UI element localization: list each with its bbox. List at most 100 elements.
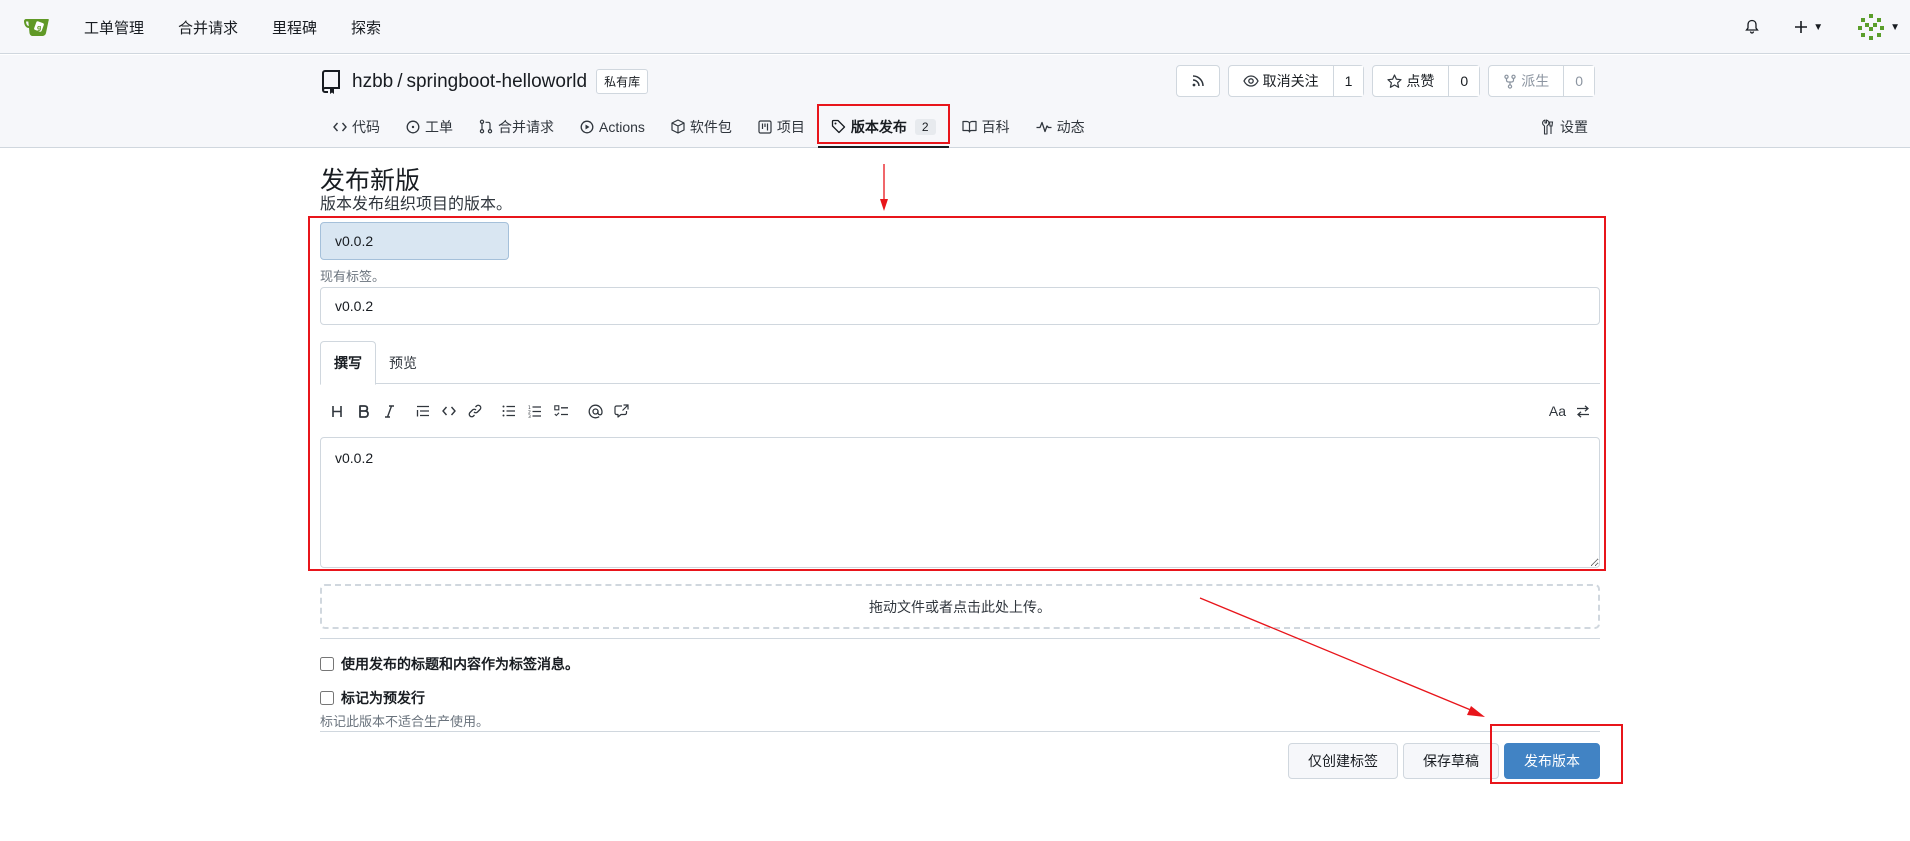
svg-text:3: 3	[528, 414, 531, 418]
unordered-list-button[interactable]	[496, 399, 522, 423]
star-button[interactable]: 点赞	[1373, 66, 1450, 96]
save-draft-button[interactable]: 保存草稿	[1403, 743, 1499, 779]
prerelease-checkbox[interactable]	[320, 691, 334, 705]
tag-icon	[831, 119, 846, 134]
mention-icon	[588, 404, 603, 418]
nav-explore[interactable]: 探索	[351, 17, 381, 38]
repo-actions: 取消关注 1 点赞 0 派生 0	[1168, 65, 1595, 97]
play-circle-icon	[580, 120, 594, 133]
star-icon	[1387, 73, 1403, 88]
watch-count[interactable]: 1	[1333, 66, 1364, 96]
fork-count[interactable]: 0	[1564, 66, 1594, 96]
star-label: 点赞	[1406, 73, 1435, 89]
link-button[interactable]	[462, 399, 488, 423]
unwatch-button[interactable]: 取消关注	[1229, 66, 1334, 96]
link-icon	[468, 404, 482, 418]
publish-release-button[interactable]: 发布版本	[1504, 743, 1600, 779]
italic-icon	[384, 404, 394, 418]
bell-icon	[1745, 19, 1759, 34]
tab-pulls[interactable]: 合并请求	[466, 105, 567, 148]
releases-count-badge: 2	[914, 118, 936, 135]
tab-releases[interactable]: 版本发布 2	[817, 105, 949, 148]
tag-message-checkbox[interactable]	[320, 657, 334, 671]
arrow-switch-icon	[1577, 404, 1589, 418]
tab-write[interactable]: 撰写	[320, 341, 376, 385]
tab-settings[interactable]: 设置	[1541, 105, 1588, 148]
tab-code[interactable]: 代码	[320, 105, 393, 148]
italic-button[interactable]	[376, 399, 402, 423]
issue-icon	[406, 120, 420, 133]
svg-text:g: g	[37, 25, 41, 32]
watch-button-group: 取消关注 1	[1227, 65, 1365, 97]
repo-name-link[interactable]: springboot-helloworld	[406, 71, 587, 93]
heading-icon	[332, 405, 342, 417]
prerelease-checkbox-row[interactable]: 标记为预发行	[320, 688, 425, 708]
tab-actions[interactable]: Actions	[567, 105, 658, 148]
release-title-input[interactable]	[320, 287, 1600, 325]
project-board-icon	[758, 119, 772, 134]
font-toggle-button[interactable]: Aa	[1545, 399, 1570, 423]
task-list-button[interactable]	[548, 399, 574, 423]
nav-issues[interactable]: 工单管理	[84, 17, 144, 38]
repo-icon	[321, 69, 340, 94]
release-notes-textarea[interactable]: v0.0.2	[320, 437, 1600, 568]
tag-name-input[interactable]	[320, 222, 509, 260]
star-count[interactable]: 0	[1449, 66, 1480, 96]
fork-icon	[1504, 74, 1516, 89]
plus-icon	[1795, 21, 1808, 33]
attachment-dropzone[interactable]: 拖动文件或者点击此处上传。	[320, 584, 1600, 629]
user-menu-button[interactable]: ▼	[1857, 13, 1900, 41]
tab-wiki-label: 百科	[981, 118, 1010, 135]
repo-tabs: 代码 工单 合并请求 Actions 软件包 项目 版本发布 2 百科 动态	[320, 105, 1098, 148]
fork-button-group: 派生 0	[1488, 65, 1595, 97]
create-tag-only-button[interactable]: 仅创建标签	[1288, 743, 1398, 779]
rss-button-inner	[1177, 66, 1219, 96]
divider	[320, 731, 1600, 732]
tab-packages[interactable]: 软件包	[658, 105, 745, 148]
repo-owner-link[interactable]: hzbb	[352, 71, 393, 93]
ordered-list-button[interactable]: 123	[522, 399, 548, 423]
cross-reference-button[interactable]	[608, 399, 634, 423]
tab-packages-label: 软件包	[689, 118, 732, 135]
tab-releases-label: 版本发布	[850, 118, 907, 135]
avatar	[1858, 14, 1885, 40]
repo-header: hzbb / springboot-helloworld 私有库 取消关注 1 …	[0, 55, 1910, 148]
gitea-logo-icon[interactable]: g	[22, 12, 52, 42]
tab-activity[interactable]: 动态	[1023, 105, 1098, 148]
heading-button[interactable]	[324, 399, 350, 423]
unwatch-label: 取消关注	[1262, 73, 1319, 89]
mention-button[interactable]	[582, 399, 608, 423]
quote-icon	[416, 405, 429, 417]
quote-button[interactable]	[410, 399, 436, 423]
list-ordered-icon: 123	[528, 405, 541, 418]
notification-button[interactable]	[1744, 19, 1760, 35]
tag-message-checkbox-row[interactable]: 使用发布的标题和内容作为标签消息。	[320, 654, 579, 674]
create-new-button[interactable]: ▼	[1794, 20, 1823, 34]
tab-issues[interactable]: 工单	[393, 105, 466, 148]
code-button[interactable]	[436, 399, 462, 423]
editor-tabs: 撰写 预览	[320, 341, 1600, 385]
eye-icon	[1242, 75, 1259, 87]
pull-request-icon	[479, 119, 493, 134]
annotation-arrow-down	[880, 164, 888, 211]
pulse-icon	[1036, 121, 1052, 132]
nav-milestones[interactable]: 里程碑	[272, 17, 317, 38]
tab-projects[interactable]: 项目	[745, 105, 818, 148]
tab-settings-label: 设置	[1560, 118, 1588, 135]
tab-projects-label: 项目	[776, 118, 805, 135]
toolbar-right: Aa	[1545, 399, 1596, 423]
star-button-group: 点赞 0	[1372, 65, 1481, 97]
list-unordered-icon	[502, 405, 515, 417]
tab-preview[interactable]: 预览	[376, 341, 430, 384]
chevron-down-icon: ▼	[1813, 21, 1824, 33]
switch-editor-button[interactable]	[1570, 399, 1596, 423]
page-description: 版本发布组织项目的版本。	[320, 196, 513, 213]
top-navbar: g 工单管理 合并请求 里程碑 探索 ▼ ▼	[0, 0, 1910, 54]
fork-button[interactable]: 派生	[1489, 66, 1565, 96]
nav-pulls[interactable]: 合并请求	[178, 17, 238, 38]
tab-wiki[interactable]: 百科	[949, 105, 1023, 148]
tab-issues-label: 工单	[425, 118, 453, 135]
code-icon	[333, 122, 347, 131]
bold-button[interactable]	[350, 399, 376, 423]
rss-button[interactable]	[1175, 65, 1220, 97]
